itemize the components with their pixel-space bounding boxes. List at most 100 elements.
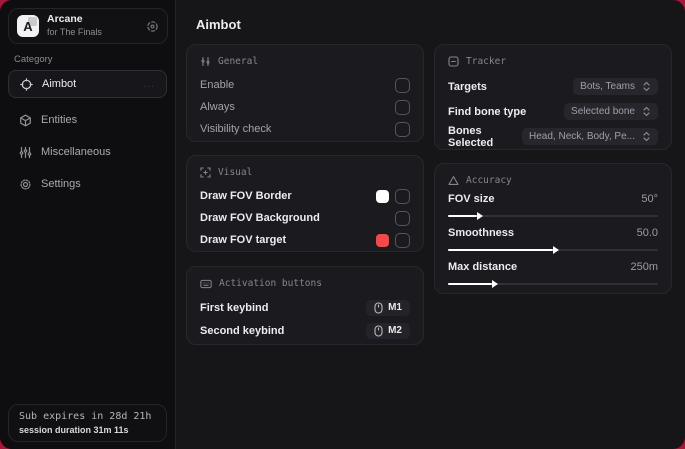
category-label: Category bbox=[14, 54, 53, 65]
tracker-card-header: Tracker bbox=[448, 56, 658, 67]
logo-letter: A bbox=[23, 18, 33, 34]
vertical-sliders-icon bbox=[200, 56, 211, 67]
chevrons-up-down-icon bbox=[642, 106, 651, 117]
setting-label: First keybind bbox=[200, 301, 269, 314]
sync-icon[interactable] bbox=[146, 20, 159, 33]
fov-border-color-swatch[interactable] bbox=[376, 189, 389, 203]
app-subtitle: for The Finals bbox=[47, 26, 102, 37]
card-title: Activation buttons bbox=[219, 278, 322, 289]
setting-label: Enable bbox=[200, 79, 235, 91]
slider-fill bbox=[448, 212, 484, 220]
sidebar-nav: Aimbot ... Entities Miscellaneous Settin… bbox=[8, 70, 167, 202]
setting-label: Find bone type bbox=[448, 105, 527, 118]
visibility-check-checkbox[interactable] bbox=[395, 121, 410, 137]
max-distance-row: Max distance 250m bbox=[448, 261, 658, 273]
setting-row-draw-fov-target: Draw FOV target bbox=[200, 229, 410, 251]
setting-row-targets: Targets Bots, Teams bbox=[448, 74, 658, 99]
row-controls bbox=[376, 188, 410, 204]
sidebar-item-miscellaneous[interactable]: Miscellaneous bbox=[8, 138, 167, 166]
second-keybind-button[interactable]: M2 bbox=[366, 322, 410, 339]
sidebar-item-label: Settings bbox=[41, 178, 81, 190]
find-bone-type-dropdown[interactable]: Selected bone bbox=[564, 103, 658, 120]
setting-label: Second keybind bbox=[200, 324, 285, 337]
sidebar-item-label: Entities bbox=[41, 114, 78, 126]
always-checkbox[interactable] bbox=[395, 99, 410, 115]
dropdown-value: Bots, Teams bbox=[580, 81, 635, 92]
accuracy-card-header: Accuracy bbox=[448, 175, 658, 186]
setting-label: Max distance bbox=[448, 261, 518, 273]
card-title: General bbox=[218, 56, 259, 67]
setting-label: Always bbox=[200, 101, 235, 113]
row-controls bbox=[376, 232, 410, 248]
setting-row-draw-fov-background: Draw FOV Background bbox=[200, 207, 410, 229]
enable-checkbox[interactable] bbox=[395, 77, 410, 93]
sidebar-item-settings[interactable]: Settings bbox=[8, 170, 167, 198]
first-keybind-button[interactable]: M1 bbox=[366, 299, 410, 316]
setting-row-enable: Enable bbox=[200, 74, 410, 96]
crosshair-icon bbox=[20, 77, 33, 91]
setting-label: Targets bbox=[448, 80, 487, 93]
app-name: Arcane bbox=[47, 13, 83, 26]
frame-minus-icon bbox=[448, 56, 459, 67]
fov-size-row: FOV size 50° bbox=[448, 193, 658, 205]
setting-label: Draw FOV Border bbox=[200, 190, 292, 202]
subscription-card: Sub expires in 28d 21h session duration … bbox=[8, 404, 167, 442]
setting-row-find-bone-type: Find bone type Selected bone bbox=[448, 99, 658, 124]
slider-fill bbox=[448, 280, 499, 288]
sidebar-item-entities[interactable]: Entities bbox=[8, 106, 167, 134]
tracker-card: Tracker Targets Bots, Teams Find bone ty… bbox=[434, 44, 672, 150]
gear-icon bbox=[19, 178, 32, 191]
draw-fov-background-checkbox[interactable] bbox=[395, 210, 410, 226]
setting-label: Draw FOV Background bbox=[200, 212, 320, 224]
smoothness-slider[interactable] bbox=[448, 246, 658, 254]
keyboard-icon bbox=[200, 279, 212, 289]
smoothness-row: Smoothness 50.0 bbox=[448, 227, 658, 239]
setting-label: Bones Selected bbox=[448, 124, 494, 149]
dropdown-value: Selected bone bbox=[571, 106, 635, 117]
fov-target-color-swatch[interactable] bbox=[376, 233, 389, 247]
mouse-icon bbox=[374, 324, 383, 337]
row-controls bbox=[395, 210, 410, 226]
max-distance-value: 250m bbox=[630, 261, 658, 273]
activation-buttons-card: Activation buttons First keybind M1 Seco… bbox=[186, 266, 424, 345]
mouse-icon bbox=[374, 301, 383, 314]
setting-row-visibility-check: Visibility check bbox=[200, 118, 410, 140]
triangle-icon bbox=[448, 175, 459, 186]
max-distance-slider[interactable] bbox=[448, 280, 658, 288]
accuracy-card: Accuracy FOV size 50° Smoothness 50.0 Ma… bbox=[434, 163, 672, 294]
setting-label: FOV size bbox=[448, 193, 495, 205]
slider-fill bbox=[448, 246, 559, 254]
cube-icon bbox=[19, 114, 32, 127]
card-title: Accuracy bbox=[466, 175, 512, 186]
chevrons-up-down-icon bbox=[642, 131, 651, 142]
card-title: Tracker bbox=[466, 56, 507, 67]
app-logo: A bbox=[17, 15, 39, 37]
sub-expiry-text: Sub expires in 28d 21h bbox=[19, 411, 152, 422]
smoothness-value: 50.0 bbox=[636, 227, 658, 239]
draw-fov-border-checkbox[interactable] bbox=[395, 188, 410, 204]
setting-row-bones-selected: Bones Selected Head, Neck, Body, Pe... bbox=[448, 124, 658, 149]
setting-label: Draw FOV target bbox=[200, 234, 287, 246]
app-header-card: A Arcane for The Finals bbox=[8, 8, 168, 44]
page-title: Aimbot bbox=[196, 17, 241, 32]
setting-row-always: Always bbox=[200, 96, 410, 118]
targets-dropdown[interactable]: Bots, Teams bbox=[573, 78, 658, 95]
keybind-value: M2 bbox=[388, 325, 402, 336]
setting-label: Visibility check bbox=[200, 123, 272, 135]
visual-card: Visual Draw FOV Border Draw FOV Backgrou… bbox=[186, 155, 424, 252]
app-meta: Arcane for The Finals bbox=[47, 14, 138, 37]
desktop-background: A Arcane for The Finals Category Aimbot … bbox=[0, 0, 685, 449]
sliders-icon bbox=[19, 146, 32, 159]
chevrons-up-down-icon bbox=[642, 81, 651, 92]
visual-card-header: Visual bbox=[200, 167, 410, 178]
setting-label: Smoothness bbox=[448, 227, 515, 239]
fov-size-slider[interactable] bbox=[448, 212, 658, 220]
sidebar-item-aimbot[interactable]: Aimbot ... bbox=[8, 70, 167, 98]
general-card: General Enable Always Visibility check bbox=[186, 44, 424, 142]
keybind-value: M1 bbox=[388, 302, 402, 313]
draw-fov-target-checkbox[interactable] bbox=[395, 232, 410, 248]
aimbot-item-hint: ... bbox=[143, 78, 155, 90]
scan-plus-icon bbox=[200, 167, 211, 178]
bones-selected-dropdown[interactable]: Head, Neck, Body, Pe... bbox=[522, 128, 658, 145]
sidebar: A Arcane for The Finals Category Aimbot … bbox=[0, 0, 176, 449]
